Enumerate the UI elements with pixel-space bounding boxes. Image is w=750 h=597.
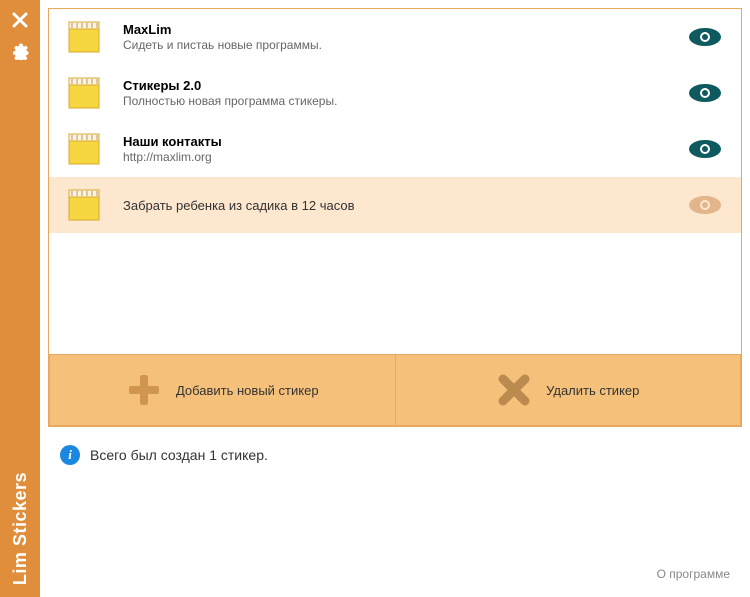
note-icon — [67, 20, 101, 54]
delete-sticker-button[interactable]: Удалить стикер — [395, 354, 742, 426]
add-sticker-button[interactable]: Добавить новый стикер — [49, 354, 395, 426]
footer: О программе — [48, 566, 742, 589]
main: MaxLim Сидеть и пистаь новые программы. — [40, 0, 750, 597]
plus-icon — [126, 372, 162, 408]
list-item-subtitle: Полностью новая программа стикеры. — [123, 94, 675, 108]
list-item-text: Стикеры 2.0 Полностью новая программа ст… — [123, 78, 675, 108]
list-item[interactable]: Стикеры 2.0 Полностью новая программа ст… — [49, 65, 741, 121]
list-item-title: Наши контакты — [123, 134, 675, 149]
note-icon — [67, 76, 101, 110]
app-title: Lim Stickers — [10, 472, 31, 585]
eye-icon[interactable] — [687, 193, 723, 217]
list-item-text: Забрать ребенка из садика в 12 часов — [123, 198, 675, 213]
x-icon — [496, 372, 532, 408]
list-item-title: Стикеры 2.0 — [123, 78, 675, 93]
status-text: Всего был создан 1 стикер. — [90, 447, 268, 463]
list-item-subtitle: http://maxlim.org — [123, 150, 675, 164]
list-item[interactable]: Наши контакты http://maxlim.org — [49, 121, 741, 177]
list-item-title: MaxLim — [123, 22, 675, 37]
list-item-text: MaxLim Сидеть и пистаь новые программы. — [123, 22, 675, 52]
note-icon — [67, 188, 101, 222]
list-item[interactable]: MaxLim Сидеть и пистаь новые программы. — [49, 9, 741, 65]
list-item-title: Забрать ребенка из садика в 12 часов — [123, 198, 675, 213]
close-button[interactable] — [6, 6, 34, 34]
settings-button[interactable] — [6, 36, 34, 64]
list-item-subtitle: Сидеть и пистаь новые программы. — [123, 38, 675, 52]
list-item-text: Наши контакты http://maxlim.org — [123, 134, 675, 164]
sidebar: Lim Stickers — [0, 0, 40, 597]
eye-icon[interactable] — [687, 25, 723, 49]
eye-icon[interactable] — [687, 137, 723, 161]
about-link[interactable]: О программе — [657, 567, 730, 581]
eye-icon[interactable] — [687, 81, 723, 105]
list-item[interactable]: Забрать ребенка из садика в 12 часов — [49, 177, 741, 233]
info-icon: i — [60, 445, 80, 465]
note-icon — [67, 132, 101, 166]
status-row: i Всего был создан 1 стикер. — [48, 427, 742, 473]
close-icon — [11, 11, 29, 29]
add-sticker-label: Добавить новый стикер — [176, 383, 319, 398]
delete-sticker-label: Удалить стикер — [546, 383, 639, 398]
gear-icon — [10, 40, 30, 60]
sticker-list: MaxLim Сидеть и пистаь новые программы. — [49, 9, 741, 354]
button-bar: Добавить новый стикер Удалить стикер — [49, 354, 741, 426]
sticker-panel: MaxLim Сидеть и пистаь новые программы. — [48, 8, 742, 427]
